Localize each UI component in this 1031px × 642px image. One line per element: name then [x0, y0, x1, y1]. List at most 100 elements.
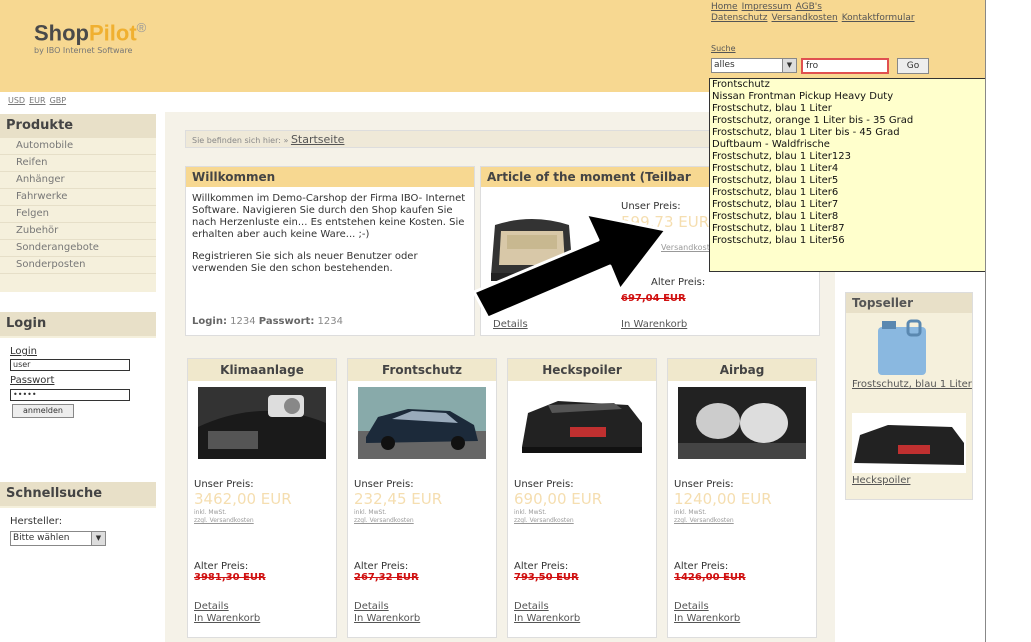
sidebar-item-sonderposten[interactable]: Sonderposten [0, 257, 156, 274]
logo-shop-text: Shop [34, 20, 89, 46]
currency-gbp[interactable]: GBP [50, 96, 67, 105]
topseller-link-frostschutz[interactable]: Frostschutz, blau 1 Liter [852, 379, 972, 390]
product-image[interactable] [678, 387, 806, 459]
details-link[interactable]: Details [194, 601, 229, 612]
breadcrumb-prefix: Sie befinden sich hier: » [192, 136, 289, 145]
link-versandkosten[interactable]: Versandkosten [772, 13, 838, 23]
add-to-cart-link[interactable]: In Warenkorb [674, 613, 740, 624]
details-link[interactable]: Details [674, 601, 709, 612]
search-go-button[interactable]: Go [897, 58, 929, 74]
product-title[interactable]: Klimaanlage [188, 359, 336, 381]
spoiler-product-image[interactable] [852, 413, 966, 473]
product-image[interactable] [198, 387, 326, 459]
login-input[interactable]: user [10, 359, 130, 371]
suggestion-item[interactable]: Frostschutz, orange 1 Liter bis - 35 Gra… [710, 115, 1002, 127]
product-card-heckspoiler: Heckspoiler Unser Preis: 690,00 EUR inkl… [507, 358, 657, 638]
currency-usd[interactable]: USD [8, 96, 25, 105]
product-image[interactable] [358, 387, 486, 459]
sidebar-item-felgen[interactable]: Felgen [0, 206, 156, 223]
suggestion-item[interactable]: Frostschutz, blau 1 Liter87 [710, 223, 1002, 235]
search-input[interactable]: fro [801, 58, 889, 74]
password-label: Passwort [10, 375, 55, 386]
old-price: 1426,00 EUR [674, 572, 746, 583]
sidebar-item-reifen[interactable]: Reifen [0, 155, 156, 172]
login-label: Login [10, 346, 37, 357]
product-title[interactable]: Heckspoiler [508, 359, 656, 381]
suggestion-item[interactable]: Frostschutz, blau 1 Liter bis - 45 Grad [710, 127, 1002, 139]
quicksearch-sidebox: Schnellsuche [0, 482, 156, 508]
suggestion-item[interactable]: Duftbaum - Waldfrische [710, 139, 1002, 151]
suggestion-item[interactable]: Frostschutz, blau 1 Liter8 [710, 211, 1002, 223]
suggestion-item[interactable]: Frostschutz, blau 1 Liter6 [710, 187, 1002, 199]
add-to-cart-link[interactable]: In Warenkorb [194, 613, 260, 624]
sidebar-item-zubehoer[interactable]: Zubehör [0, 223, 156, 240]
search-category-select[interactable]: alles ▼ [711, 58, 797, 73]
sidebar-item-automobile[interactable]: Automobile [0, 138, 156, 155]
topseller-link-heckspoiler[interactable]: Heckspoiler [852, 475, 910, 486]
suggestion-item[interactable]: Frostschutz, blau 1 Liter123 [710, 151, 1002, 163]
chevron-down-icon[interactable]: ▼ [782, 59, 796, 72]
price: 1240,00 EUR [674, 490, 772, 508]
antifreeze-product-image[interactable] [872, 319, 932, 377]
suggestion-item[interactable]: Frostschutz, blau 1 Liter7 [710, 199, 1002, 211]
password-input[interactable]: ••••• [10, 389, 130, 401]
chevron-down-icon[interactable]: ▼ [91, 532, 105, 545]
currency-eur[interactable]: EUR [29, 96, 45, 105]
link-agb[interactable]: AGB's [796, 2, 822, 12]
demo-login-value: 1234 [230, 316, 256, 327]
product-card-airbag: Airbag Unser Preis: 1240,00 EUR inkl. Mw… [667, 358, 817, 638]
breadcrumb-startseite[interactable]: Startseite [291, 133, 345, 146]
topseller-box: Topseller Frostschutz, blau 1 Liter Heck… [845, 292, 973, 500]
demo-login-label: Login: [192, 316, 227, 327]
product-title[interactable]: Airbag [668, 359, 816, 381]
logo-registered-mark: ® [136, 20, 147, 35]
product-title[interactable]: Frontschutz [348, 359, 496, 381]
price-label: Unser Preis: [514, 479, 574, 490]
price: 690,00 EUR [514, 490, 603, 508]
logo-subtitle: by IBO Internet Software [34, 46, 133, 55]
category-nav: Automobile Reifen Anhänger Fahrwerke Fel… [0, 138, 156, 274]
welcome-register-text: Registrieren Sie sich als neuer Benutzer… [192, 251, 418, 274]
product-image[interactable] [518, 387, 646, 459]
welcome-box: Willkommen Willkommen im Demo-Carshop de… [185, 166, 475, 336]
login-submit-button[interactable]: anmelden [12, 404, 74, 418]
shipping-link[interactable]: zzgl. Versandkosten [354, 517, 414, 524]
suggestion-item[interactable]: Frostschutz, blau 1 Liter5 [710, 175, 1002, 187]
suggestion-item[interactable]: Frostschutz, blau 1 Liter4 [710, 163, 1002, 175]
old-price-label: Alter Preis: [354, 561, 409, 572]
sidebar-item-fahrwerke[interactable]: Fahrwerke [0, 189, 156, 206]
suggestion-item[interactable]: Frostschutz, blau 1 Liter [710, 103, 1002, 115]
suggestion-item[interactable]: Nissan Frontman Pickup Heavy Duty [710, 91, 1002, 103]
link-home[interactable]: Home [711, 2, 738, 12]
details-link[interactable]: Details [354, 601, 389, 612]
add-to-cart-link[interactable]: In Warenkorb [354, 613, 420, 624]
price-label: Unser Preis: [354, 479, 414, 490]
manufacturer-value: Bitte wählen [13, 533, 70, 543]
details-link[interactable]: Details [514, 601, 549, 612]
right-margin [985, 0, 1031, 642]
tax-note: inkl. MwSt. [354, 509, 387, 516]
suggestion-item[interactable]: Frontschutz [710, 79, 1002, 91]
black-arrow-icon [472, 212, 668, 320]
link-datenschutz[interactable]: Datenschutz [711, 13, 768, 23]
tax-note: inkl. MwSt. [194, 509, 227, 516]
product-card-klimaanlage: Klimaanlage Unser Preis: 3462,00 EUR ink… [187, 358, 337, 638]
demo-password-label: Passwort: [258, 316, 315, 327]
link-impressum[interactable]: Impressum [742, 2, 792, 12]
manufacturer-select[interactable]: Bitte wählen ▼ [10, 531, 106, 546]
sidebar-item-anhaenger[interactable]: Anhänger [0, 172, 156, 189]
sidebar-item-sonderangebote[interactable]: Sonderangebote [0, 240, 156, 257]
link-kontaktformular[interactable]: Kontaktformular [842, 13, 915, 23]
shipping-link[interactable]: zzgl. Versandkosten [674, 517, 734, 524]
suggestion-item[interactable]: Frostschutz, blau 1 Liter56 [710, 235, 1002, 247]
quicksearch-heading: Schnellsuche [0, 482, 156, 506]
shipping-link[interactable]: zzgl. Versandkosten [194, 517, 254, 524]
add-to-cart-link[interactable]: In Warenkorb [514, 613, 580, 624]
shipping-link[interactable]: zzgl. Versandkosten [514, 517, 574, 524]
demo-password-value: 1234 [317, 316, 343, 327]
demo-login-info: Login: 1234 Passwort: 1234 [192, 316, 343, 327]
top-links: Home Impressum AGB's Datenschutz Versandkos… [711, 2, 919, 24]
search-label: Suche [711, 44, 736, 53]
login-heading: Login [0, 312, 156, 336]
shop-logo[interactable]: ShopPilot® [34, 20, 146, 46]
